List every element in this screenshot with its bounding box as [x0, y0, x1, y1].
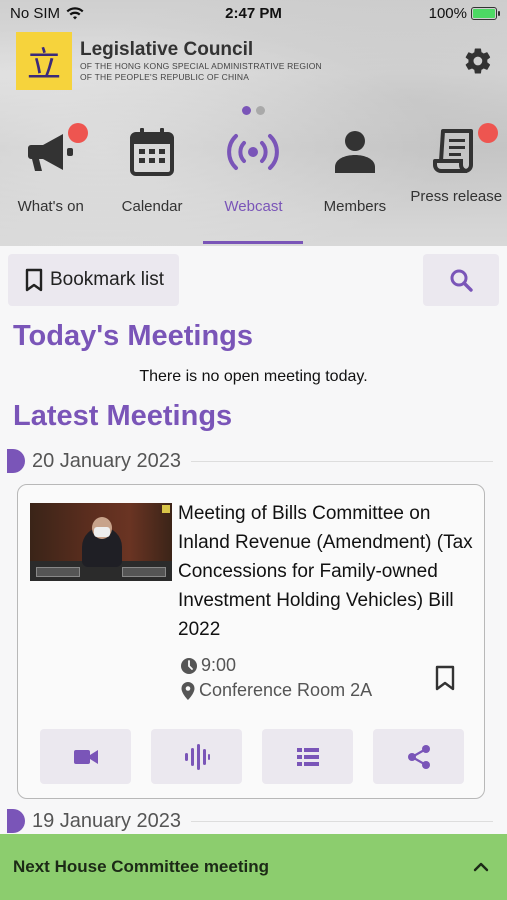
person-icon	[334, 131, 375, 173]
active-tab-indicator	[202, 241, 303, 244]
gear-icon[interactable]	[463, 46, 493, 76]
page-indicator	[242, 106, 265, 115]
bookmark-toggle-icon[interactable]	[434, 665, 456, 691]
meeting-thumbnail[interactable]	[30, 503, 172, 581]
meeting-card[interactable]: Meeting of Bills Committee on Inland Rev…	[17, 484, 485, 799]
battery-percent: 100%	[428, 5, 467, 22]
webcast-icon	[227, 134, 280, 170]
video-button[interactable]	[40, 729, 131, 784]
brand: 立 Legislative Council OF THE HONG KONG S…	[16, 32, 322, 90]
app-title: Legislative Council	[80, 39, 254, 60]
list-icon	[296, 747, 319, 766]
date-marker	[7, 809, 25, 833]
app-subtitle-1: OF THE HONG KONG SPECIAL ADMINISTRATIVE …	[80, 61, 322, 71]
calendar-icon	[130, 128, 175, 176]
share-button[interactable]	[373, 729, 464, 784]
agenda-button[interactable]	[262, 729, 353, 784]
nav-whats-on[interactable]: What's on	[0, 120, 101, 246]
app-header: No SIM 2:47 PM 100% 立 Legislative Counci…	[0, 0, 507, 246]
bookmark-icon	[25, 268, 43, 292]
meeting-venue: Conference Room 2A	[180, 680, 372, 701]
notification-badge	[68, 123, 88, 143]
next-house-committee-bar[interactable]: Next House Committee meeting	[0, 834, 507, 900]
share-icon	[407, 744, 430, 769]
nav-press-release[interactable]: Press release	[406, 120, 507, 246]
date-header: 20 January 2023	[0, 448, 507, 474]
meeting-title: Meeting of Bills Committee on Inland Rev…	[178, 503, 473, 640]
page-dot-2[interactable]	[256, 106, 265, 115]
chevron-up-icon[interactable]	[473, 862, 489, 872]
app-subtitle-2: OF THE PEOPLE'S REPUBLIC OF CHINA	[80, 72, 250, 82]
search-icon	[450, 269, 473, 292]
meeting-actions	[40, 729, 464, 784]
main-nav: What's on Calendar Webcast Members Press…	[0, 120, 507, 246]
legco-logo: 立	[16, 32, 72, 90]
date-marker	[7, 449, 25, 473]
nav-calendar[interactable]: Calendar	[101, 120, 202, 246]
clock-icon	[181, 657, 197, 674]
page-dot-1[interactable]	[242, 106, 251, 115]
meeting-time: 9:00	[180, 655, 236, 676]
notification-badge	[477, 123, 498, 143]
press-release-icon	[433, 129, 474, 173]
battery-icon	[471, 7, 500, 20]
nav-members[interactable]: Members	[304, 120, 405, 246]
status-bar: No SIM 2:47 PM 100%	[0, 0, 507, 28]
nav-webcast[interactable]: Webcast	[202, 120, 304, 246]
date-header: 19 January 2023	[0, 808, 507, 834]
latest-meetings-heading: Latest Meetings	[13, 400, 233, 432]
location-pin-icon	[181, 681, 195, 700]
video-camera-icon	[73, 749, 98, 764]
main-content: Bookmark list Today's Meetings There is …	[0, 246, 507, 834]
audio-waveform-icon	[184, 743, 210, 770]
search-button[interactable]	[423, 254, 499, 306]
audio-button[interactable]	[151, 729, 242, 784]
todays-meetings-heading: Today's Meetings	[13, 320, 254, 352]
bookmark-list-button[interactable]: Bookmark list	[8, 254, 179, 306]
next-house-committee-label: Next House Committee meeting	[13, 857, 269, 876]
no-meeting-message: There is no open meeting today.	[139, 368, 368, 385]
